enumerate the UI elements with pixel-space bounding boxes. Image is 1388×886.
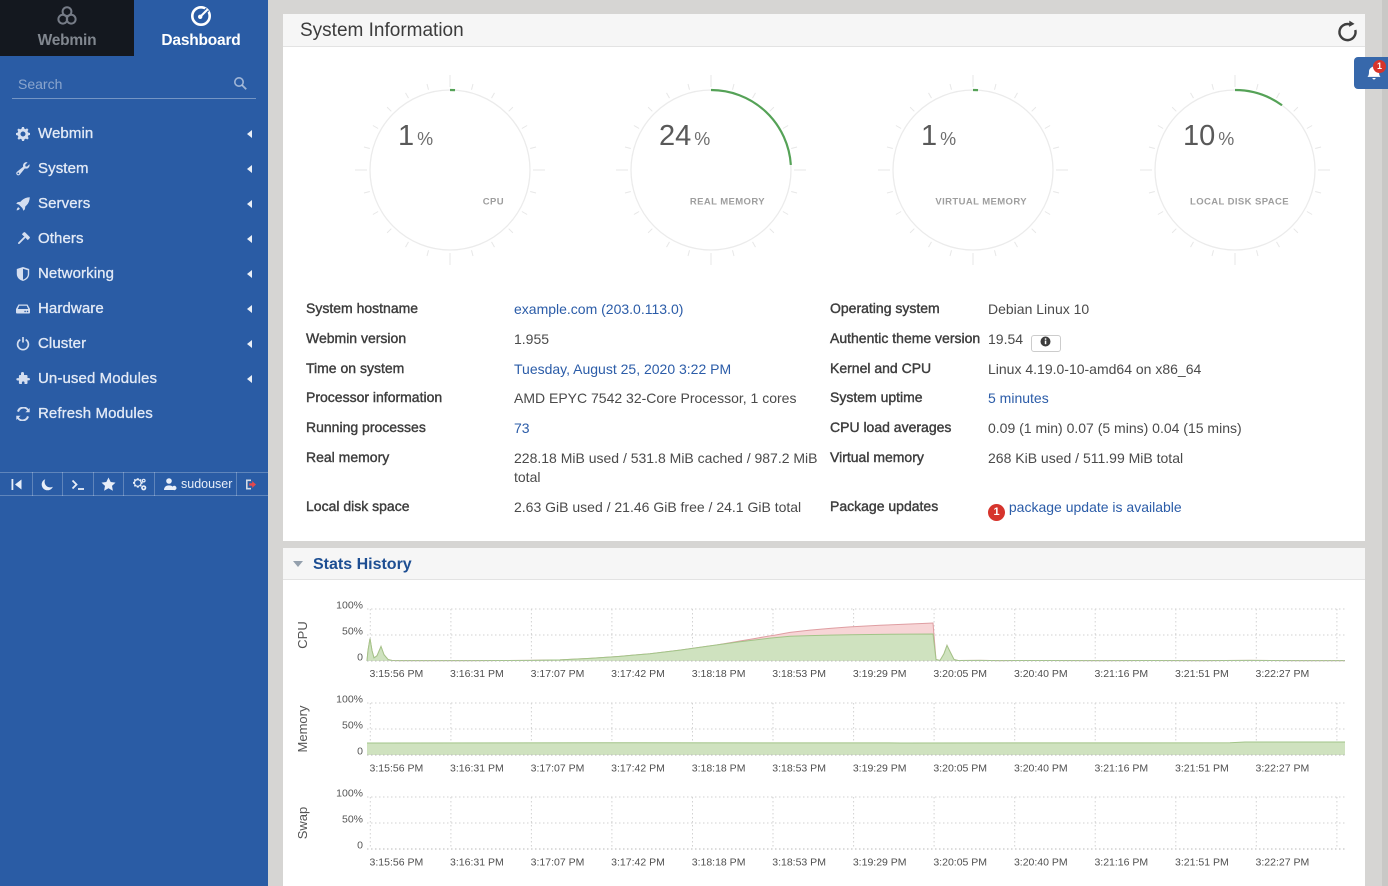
svg-text:Memory: Memory: [295, 705, 310, 752]
svg-text:1%: 1%: [921, 120, 956, 152]
svg-text:3:21:16 PM: 3:21:16 PM: [1094, 856, 1148, 868]
svg-text:100%: 100%: [336, 600, 363, 612]
svg-text:Swap: Swap: [295, 807, 310, 840]
svg-text:50%: 50%: [342, 720, 363, 732]
svg-text:CPU: CPU: [295, 621, 310, 648]
svg-text:3:15:56 PM: 3:15:56 PM: [370, 763, 424, 775]
svg-text:3:17:07 PM: 3:17:07 PM: [531, 856, 585, 868]
svg-text:REAL MEMORY: REAL MEMORY: [690, 197, 765, 208]
svg-text:3:21:16 PM: 3:21:16 PM: [1094, 763, 1148, 775]
svg-text:3:17:42 PM: 3:17:42 PM: [611, 763, 665, 775]
svg-text:3:20:40 PM: 3:20:40 PM: [1014, 856, 1068, 868]
svg-text:3:22:27 PM: 3:22:27 PM: [1256, 856, 1310, 868]
svg-text:3:21:51 PM: 3:21:51 PM: [1175, 856, 1229, 868]
svg-text:3:21:51 PM: 3:21:51 PM: [1175, 668, 1229, 680]
svg-text:0: 0: [357, 840, 363, 852]
svg-text:3:15:56 PM: 3:15:56 PM: [370, 856, 424, 868]
svg-text:3:20:40 PM: 3:20:40 PM: [1014, 763, 1068, 775]
svg-text:3:18:53 PM: 3:18:53 PM: [772, 668, 826, 680]
svg-text:3:17:07 PM: 3:17:07 PM: [531, 668, 585, 680]
svg-text:100%: 100%: [336, 694, 363, 706]
svg-text:CPU: CPU: [483, 197, 504, 208]
svg-text:3:20:05 PM: 3:20:05 PM: [933, 856, 987, 868]
svg-text:3:18:18 PM: 3:18:18 PM: [692, 856, 746, 868]
svg-text:3:19:29 PM: 3:19:29 PM: [853, 856, 907, 868]
svg-text:3:18:53 PM: 3:18:53 PM: [772, 763, 826, 775]
svg-text:3:17:07 PM: 3:17:07 PM: [531, 763, 585, 775]
svg-text:3:16:31 PM: 3:16:31 PM: [450, 668, 504, 680]
svg-text:3:21:16 PM: 3:21:16 PM: [1094, 668, 1148, 680]
svg-text:10%: 10%: [1183, 120, 1234, 152]
svg-text:LOCAL DISK SPACE: LOCAL DISK SPACE: [1190, 197, 1289, 208]
svg-text:3:18:53 PM: 3:18:53 PM: [772, 856, 826, 868]
svg-text:0: 0: [357, 652, 363, 664]
svg-text:3:19:29 PM: 3:19:29 PM: [853, 763, 907, 775]
svg-text:0: 0: [357, 746, 363, 758]
svg-text:3:17:42 PM: 3:17:42 PM: [611, 856, 665, 868]
svg-text:100%: 100%: [336, 788, 363, 800]
svg-text:3:20:05 PM: 3:20:05 PM: [933, 763, 987, 775]
svg-text:3:16:31 PM: 3:16:31 PM: [450, 763, 504, 775]
svg-text:3:19:29 PM: 3:19:29 PM: [853, 668, 907, 680]
svg-text:50%: 50%: [342, 626, 363, 638]
svg-text:3:20:05 PM: 3:20:05 PM: [933, 668, 987, 680]
svg-text:24%: 24%: [659, 120, 710, 152]
svg-text:3:22:27 PM: 3:22:27 PM: [1256, 763, 1310, 775]
svg-text:50%: 50%: [342, 814, 363, 826]
svg-text:3:17:42 PM: 3:17:42 PM: [611, 668, 665, 680]
svg-text:3:16:31 PM: 3:16:31 PM: [450, 856, 504, 868]
svg-text:3:21:51 PM: 3:21:51 PM: [1175, 763, 1229, 775]
svg-text:3:15:56 PM: 3:15:56 PM: [370, 668, 424, 680]
svg-text:3:22:27 PM: 3:22:27 PM: [1256, 668, 1310, 680]
svg-text:3:18:18 PM: 3:18:18 PM: [692, 668, 746, 680]
svg-text:3:20:40 PM: 3:20:40 PM: [1014, 668, 1068, 680]
svg-text:VIRTUAL MEMORY: VIRTUAL MEMORY: [935, 197, 1027, 208]
svg-text:3:18:18 PM: 3:18:18 PM: [692, 763, 746, 775]
svg-text:1%: 1%: [398, 120, 433, 152]
